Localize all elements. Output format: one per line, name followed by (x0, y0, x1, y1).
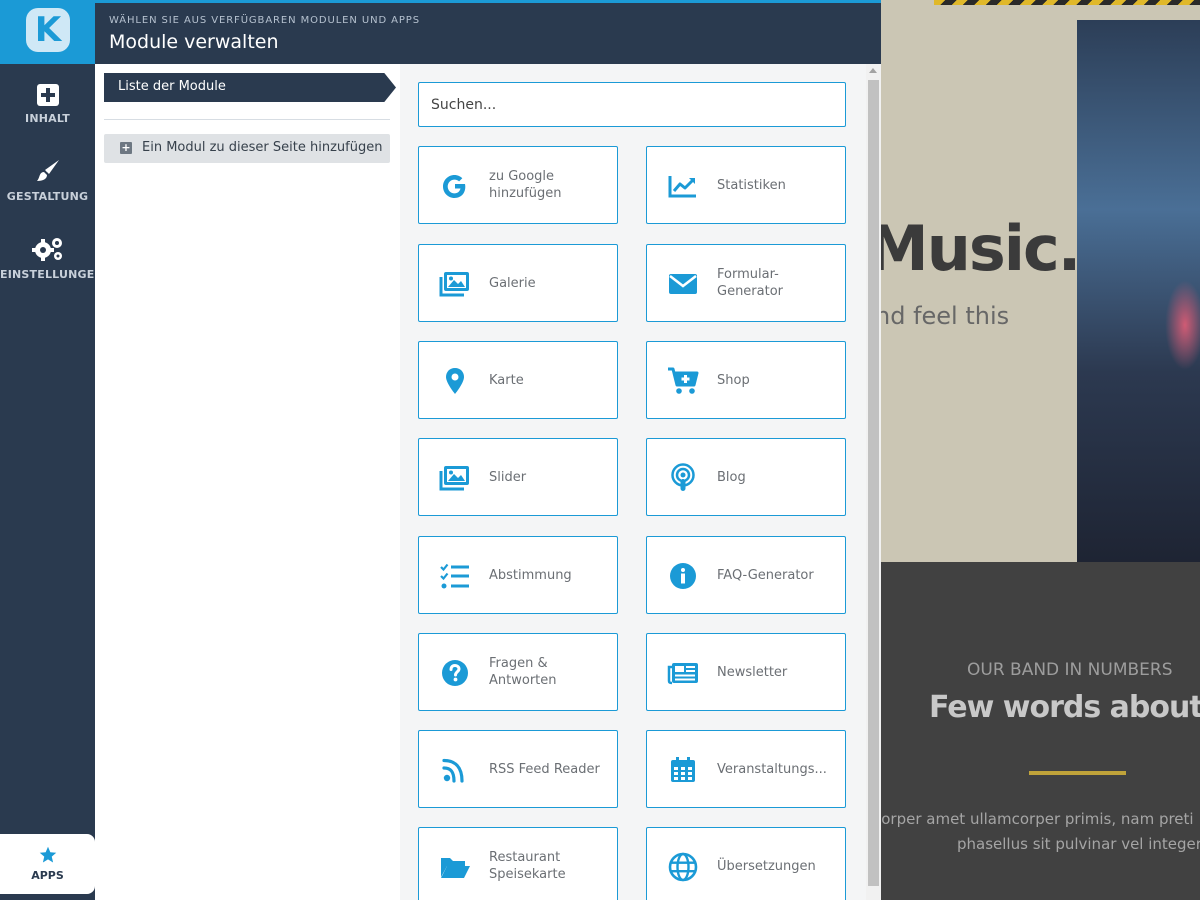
envelope-icon (669, 274, 697, 294)
hero-title: Music. (881, 212, 1081, 285)
header-subtitle: WÄHLEN SIE AUS VERFÜGBAREN MODULEN UND A… (109, 15, 420, 26)
sidebar-item-einstellungen[interactable]: EINSTELLUNGEN (0, 236, 104, 281)
hero-subtitle: nd feel this (881, 302, 1010, 330)
images-icon (439, 272, 469, 297)
band-text: corper amet ullamcorper primis, nam pret… (881, 810, 1194, 828)
module-label: Fragen & Antworten (489, 656, 557, 688)
module-card-google[interactable]: zu Google hinzufügen (418, 146, 618, 224)
sidebar-item-label: EINSTELLUNGEN (0, 268, 104, 281)
module-card-slider[interactable]: Slider (418, 438, 618, 516)
images-icon (439, 466, 469, 491)
module-label: Slider (489, 469, 527, 485)
tasks-icon (440, 563, 469, 589)
gears-icon (31, 238, 62, 261)
panel-header: WÄHLEN SIE AUS VERFÜGBAREN MODULEN UND A… (95, 0, 881, 64)
module-card-veranstaltungen[interactable]: Veranstaltungs... (646, 730, 846, 808)
add-module-label: Ein Modul zu dieser Seite hinzufügen (142, 140, 383, 155)
divider (104, 119, 390, 120)
left-sidebar: K INHALT GESTALTUNG EINSTELLUNGEN APPS (0, 0, 104, 900)
module-card-restaurant-speisekarte[interactable]: Restaurant Speisekarte (418, 827, 618, 900)
module-label: Restaurant Speisekarte (489, 850, 566, 882)
plus-square-icon (36, 84, 59, 106)
module-card-galerie[interactable]: Galerie (418, 244, 618, 322)
chart-line-icon (668, 176, 696, 198)
globe-icon (668, 852, 698, 882)
module-label: Galerie (489, 275, 536, 291)
band-title: Few words about u (929, 690, 1200, 725)
question-circle-icon (442, 660, 468, 686)
modules-grid-panel: zu Google hinzufügen Statistiken Galerie… (400, 64, 881, 900)
sidebar-item-label: INHALT (25, 112, 70, 125)
module-label: zu Google hinzufügen (489, 169, 562, 201)
google-icon (443, 175, 466, 198)
podcast-icon (671, 463, 695, 491)
app-logo[interactable]: K (0, 0, 95, 64)
module-label: Veranstaltungs... (717, 761, 827, 777)
module-label: Blog (717, 469, 746, 485)
cart-plus-icon (668, 367, 699, 394)
sidebar-item-label: GESTALTUNG (6, 190, 89, 203)
newspaper-icon (667, 663, 698, 685)
module-card-rss-feed-reader[interactable]: RSS Feed Reader (418, 730, 618, 808)
scroll-up-arrow[interactable] (869, 68, 877, 73)
module-list-panel: Liste der Module + Ein Modul zu dieser S… (95, 64, 400, 900)
module-card-blog[interactable]: Blog (646, 438, 846, 516)
map-marker-icon (446, 368, 464, 394)
sidebar-item-inhalt[interactable]: INHALT (0, 84, 95, 125)
folder-open-icon (441, 858, 470, 878)
info-circle-icon (670, 563, 696, 589)
search-input[interactable] (418, 82, 846, 127)
module-label: Shop (717, 372, 750, 388)
module-card-formular-generator[interactable]: Formular-Generator (646, 244, 846, 322)
module-label: Karte (489, 372, 524, 388)
module-card-faq-generator[interactable]: FAQ-Generator (646, 536, 846, 614)
scrollbar-thumb[interactable] (868, 80, 879, 886)
calendar-icon (671, 757, 695, 782)
module-label: Abstimmung (489, 567, 572, 583)
page-title: Module verwalten (109, 31, 279, 53)
module-label: Formular-Generator (717, 267, 784, 299)
module-label: RSS Feed Reader (489, 761, 600, 777)
warning-stripe (934, 0, 1200, 5)
logo-letter: K (26, 8, 70, 52)
plus-square-icon: + (120, 141, 132, 154)
module-label: Statistiken (717, 177, 786, 193)
website-preview: Music. nd feel this OUR BAND IN NUMBERS … (881, 0, 1200, 900)
module-card-abstimmung[interactable]: Abstimmung (418, 536, 618, 614)
module-card-statistiken[interactable]: Statistiken (646, 146, 846, 224)
module-label: FAQ-Generator (717, 567, 814, 583)
module-card-newsletter[interactable]: Newsletter (646, 633, 846, 711)
sidebar-item-apps[interactable]: APPS (0, 834, 95, 894)
band-kicker: OUR BAND IN NUMBERS (967, 660, 1173, 680)
concert-photo (1077, 20, 1200, 562)
star-icon (39, 846, 56, 863)
sidebar-item-gestaltung[interactable]: GESTALTUNG (0, 158, 95, 203)
band-text: phasellus sit pulvinar vel integer. (957, 835, 1200, 853)
band-divider (1029, 771, 1126, 775)
module-label: Übersetzungen (717, 858, 816, 874)
module-label: Newsletter (717, 664, 788, 680)
sidebar-item-label: APPS (31, 869, 64, 882)
add-module-button[interactable]: + Ein Modul zu dieser Seite hinzufügen (104, 134, 390, 163)
tab-module-list[interactable]: Liste der Module (104, 73, 396, 102)
module-card-fragen-antworten[interactable]: Fragen & Antworten (418, 633, 618, 711)
brush-icon (36, 160, 59, 181)
rss-icon (442, 758, 464, 783)
module-card-karte[interactable]: Karte (418, 341, 618, 419)
hero-section: Music. nd feel this (881, 0, 1200, 562)
module-card-shop[interactable]: Shop (646, 341, 846, 419)
module-card-uebersetzungen[interactable]: Übersetzungen (646, 827, 846, 900)
